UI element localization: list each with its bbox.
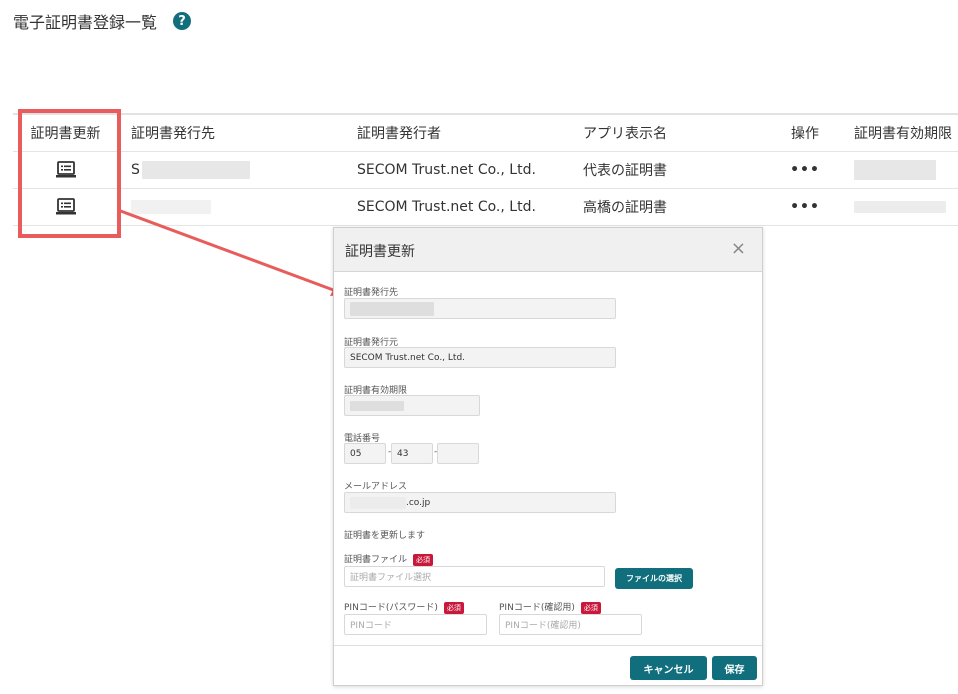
issued-to-text: S xyxy=(131,162,140,178)
required-badge: 必須 xyxy=(443,601,464,614)
choose-file-button[interactable]: ファイルの選択 xyxy=(615,568,693,589)
redacted-block xyxy=(350,400,404,411)
redacted-block xyxy=(350,496,406,509)
redacted-block xyxy=(350,301,434,316)
email-domain: .co.jp xyxy=(406,497,431,508)
pin-confirm-input[interactable]: PINコード(確認用) xyxy=(499,614,642,635)
dialog-title: 証明書更新 xyxy=(345,244,415,260)
close-icon[interactable]: × xyxy=(731,238,746,259)
header-issued-to: 証明書発行先 xyxy=(131,126,215,142)
help-icon[interactable]: ? xyxy=(173,12,191,30)
dialog-footer: キャンセル 保存 xyxy=(334,645,762,686)
page-title: 電子証明書登録一覧 xyxy=(13,13,158,32)
pin-label-text: PINコード(パスワード) xyxy=(344,603,438,613)
email-label: メールアドレス xyxy=(344,482,408,492)
table-row: SECOM Trust.net Co., Ltd. 高橋の証明書 ••• xyxy=(13,189,958,226)
header-expiry: 証明書有効期限 xyxy=(854,126,952,142)
redacted-block xyxy=(141,161,250,179)
update-note: 証明書を更新します xyxy=(344,531,426,541)
phone-part1-field[interactable]: 05 xyxy=(344,443,386,464)
app-name-cell: 高橋の証明書 xyxy=(583,200,667,216)
phone-part2-field[interactable]: 43 xyxy=(391,443,433,464)
highlight-box xyxy=(18,109,121,238)
required-badge: 必須 xyxy=(580,601,601,614)
pin-input[interactable]: PINコード xyxy=(344,614,487,635)
file-input[interactable]: 証明書ファイル選択 xyxy=(344,566,605,587)
phone-part3-field[interactable] xyxy=(437,443,479,464)
certificate-update-dialog: 証明書更新 × 証明書発行先 証明書発行元 SECOM Trust.net Co… xyxy=(333,227,763,686)
expiry-cell xyxy=(854,189,946,225)
redacted-block xyxy=(131,200,211,214)
issuer-field: SECOM Trust.net Co., Ltd. xyxy=(344,347,616,368)
header-action: 操作 xyxy=(791,126,819,142)
save-button[interactable]: 保存 xyxy=(712,656,757,680)
issuer-cell: SECOM Trust.net Co., Ltd. xyxy=(357,162,536,178)
expiry-field xyxy=(344,395,480,416)
issuer-cell: SECOM Trust.net Co., Ltd. xyxy=(357,199,536,215)
more-actions-button[interactable]: ••• xyxy=(785,189,825,225)
issued-to-field xyxy=(344,298,616,319)
certificate-table: 証明書更新 証明書発行先 証明書発行者 アプリ表示名 操作 証明書有効期限 S … xyxy=(13,113,958,227)
table-row: S SECOM Trust.net Co., Ltd. 代表の証明書 ••• xyxy=(13,152,958,189)
header-app-name: アプリ表示名 xyxy=(583,126,667,142)
redacted-block xyxy=(854,201,946,213)
redacted-block xyxy=(854,160,936,180)
issued-to-label: 証明書発行先 xyxy=(344,288,399,298)
issued-to-cell: S xyxy=(131,152,250,188)
cancel-button[interactable]: キャンセル xyxy=(630,656,707,680)
dialog-header: 証明書更新 × xyxy=(334,228,762,272)
pin-confirm-label: PINコード(確認用) 必須 xyxy=(499,600,601,614)
required-badge: 必須 xyxy=(413,553,434,566)
file-label-text: 証明書ファイル xyxy=(344,555,408,565)
more-actions-button[interactable]: ••• xyxy=(785,152,825,188)
issued-to-cell xyxy=(131,189,211,225)
header-issuer: 証明書発行者 xyxy=(357,126,441,142)
app-name-cell: 代表の証明書 xyxy=(583,163,667,179)
email-field: .co.jp xyxy=(344,492,616,513)
pin-label: PINコード(パスワード) 必須 xyxy=(344,600,464,614)
expiry-cell xyxy=(854,152,936,188)
pin-confirm-label-text: PINコード(確認用) xyxy=(499,603,575,613)
table-header-row: 証明書更新 証明書発行先 証明書発行者 アプリ表示名 操作 証明書有効期限 xyxy=(13,115,958,152)
file-label: 証明書ファイル 必須 xyxy=(344,552,434,566)
